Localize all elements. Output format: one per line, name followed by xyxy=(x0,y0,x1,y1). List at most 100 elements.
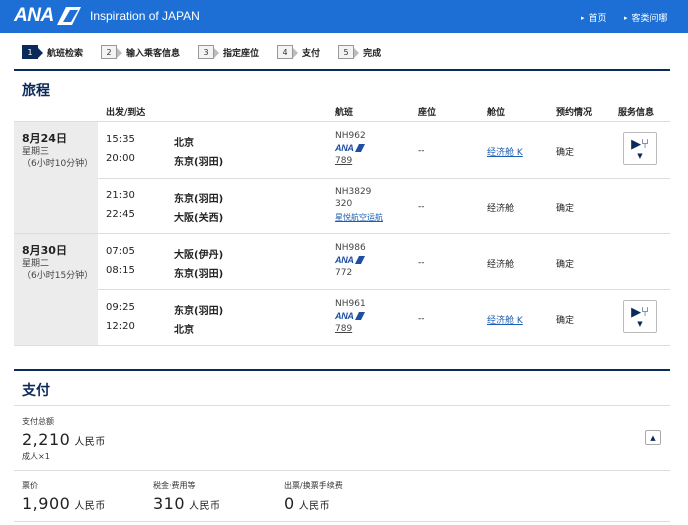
fare-label: 票价 xyxy=(22,481,38,490)
arrive-city: 东京(羽田) xyxy=(174,157,224,168)
chevron-up-icon: ▲ xyxy=(650,433,656,442)
step-label: 完成 xyxy=(363,48,382,59)
step-label: 输入乘客信息 xyxy=(126,48,181,59)
progress-steps: 1 航班检索 2 输入乘客信息 3 指定座位 4 支付 5 完成 xyxy=(22,44,399,60)
payment-bottom-line xyxy=(14,521,670,522)
aircraft-link[interactable]: 789 xyxy=(335,156,352,166)
carrier-logo-text: ANA xyxy=(335,310,354,321)
issue-fee-label: 出票/换票手续费 xyxy=(284,481,343,490)
step-label: 指定座位 xyxy=(223,48,260,59)
itinerary-bottom-line xyxy=(14,345,670,346)
depart-city: 大阪(伊丹) xyxy=(174,250,224,261)
payment-title: 支付 xyxy=(22,383,50,399)
fare-amount: 1,900 人民币 xyxy=(22,494,106,513)
issue-fee-amount: 0 人民币 xyxy=(284,494,330,513)
booking-status: 确定 xyxy=(556,204,575,214)
video-meal-icon: ▶⑂ xyxy=(631,136,649,152)
arrive-city: 大阪(关西) xyxy=(174,213,224,224)
seat-value: -- xyxy=(418,258,425,268)
arrive-time: 12:20 xyxy=(106,321,135,332)
service-info-button[interactable]: ▶⑂ ▼ xyxy=(623,132,657,165)
step-payment: 4 支付 xyxy=(277,45,320,59)
home-link[interactable]: ▸ 首页 xyxy=(581,11,607,25)
chevron-right-icon: ▸ xyxy=(581,13,585,22)
booking-status: 确定 xyxy=(556,148,575,158)
aircraft-type: 320 xyxy=(335,199,353,209)
seat-value: -- xyxy=(418,146,425,156)
chevron-right-icon: ▸ xyxy=(624,13,628,22)
fare-amount-value: 1,900 xyxy=(22,494,71,513)
arrive-time: 22:45 xyxy=(106,209,135,220)
col-cabin: 舱位 xyxy=(487,108,506,118)
tagline: Inspiration of JAPAN xyxy=(90,9,200,23)
col-service: 服务信息 xyxy=(618,108,655,118)
payment-rule xyxy=(14,369,670,371)
logo-stripes-icon xyxy=(354,255,365,264)
depart-city: 东京(羽田) xyxy=(174,194,224,205)
issue-fee-amount-value: 0 xyxy=(284,494,295,513)
inquiry-link-label: 客类问哪 xyxy=(631,14,668,24)
logo-stripes-icon xyxy=(56,7,81,25)
home-link-label: 首页 xyxy=(588,14,607,24)
step-passenger: 2 输入乘客信息 xyxy=(101,45,180,59)
day-weekday: 星期三 xyxy=(22,147,50,157)
cabin-value: 经济舱 xyxy=(487,204,515,214)
col-booking: 预约情况 xyxy=(556,108,593,118)
step-number: 5 xyxy=(338,45,360,59)
tax-label: 税金·费用等 xyxy=(153,481,196,490)
table-header-line xyxy=(14,121,670,122)
payment-divider xyxy=(14,470,670,471)
logo-text: ANA xyxy=(14,5,54,26)
logo-stripes-icon xyxy=(354,311,365,320)
col-flight: 航班 xyxy=(335,108,354,118)
depart-time: 09:25 xyxy=(106,302,135,313)
collapse-button[interactable]: ▲ xyxy=(645,430,661,445)
service-info-button[interactable]: ▶⑂ ▼ xyxy=(623,300,657,333)
carrier-logo-text: ANA xyxy=(335,254,354,265)
carrier-logo-text: ANA xyxy=(335,142,354,153)
depart-time: 15:35 xyxy=(106,134,135,145)
arrive-city: 东京(羽田) xyxy=(174,269,224,280)
day-date: 8月30日 xyxy=(22,244,67,257)
col-depart-arrive: 出发/到达 xyxy=(106,108,146,118)
operator-link[interactable]: 星悦航空运航 xyxy=(335,212,383,223)
ana-carrier-logo: ANA xyxy=(335,254,365,265)
cabin-link[interactable]: 经济舱 K xyxy=(487,313,523,326)
inquiry-link[interactable]: ▸ 客类问哪 xyxy=(624,11,668,25)
chevron-down-icon: ▼ xyxy=(637,319,643,328)
arrive-time: 08:15 xyxy=(106,265,135,276)
booking-status: 确定 xyxy=(556,260,575,270)
arrive-city: 北京 xyxy=(174,325,194,336)
tax-amount-value: 310 xyxy=(153,494,186,513)
step-number: 2 xyxy=(101,45,123,59)
flight-number: NH961 xyxy=(335,299,366,309)
arrive-time: 20:00 xyxy=(106,153,135,164)
cabin-value: 经济舱 xyxy=(487,260,515,270)
day-block-outbound: 8月24日 星期三 （6小时10分钟） xyxy=(14,122,98,233)
aircraft-link[interactable]: 789 xyxy=(335,324,352,334)
day-duration: （6小时15分钟） xyxy=(22,271,94,281)
step-number: 1 xyxy=(22,45,43,59)
currency-unit: 人民币 xyxy=(74,437,106,448)
depart-city: 北京 xyxy=(174,138,194,149)
tax-amount: 310 人民币 xyxy=(153,494,221,513)
flight-number: NH986 xyxy=(335,243,366,253)
day-block-return: 8月30日 星期二 （6小时15分钟） xyxy=(14,234,98,345)
top-header: ANA Inspiration of JAPAN ▸ 首页 ▸ 客类问哪 xyxy=(0,0,688,33)
day-weekday: 星期二 xyxy=(22,259,50,269)
step-label: 支付 xyxy=(302,48,321,59)
itinerary-rule xyxy=(14,69,670,71)
currency-unit: 人民币 xyxy=(74,501,106,512)
cabin-link[interactable]: 经济舱 K xyxy=(487,145,523,158)
logo-stripes-icon xyxy=(354,143,365,152)
aircraft-type: 772 xyxy=(335,268,353,278)
video-meal-icon: ▶⑂ xyxy=(631,304,649,320)
col-seat: 座位 xyxy=(418,108,437,118)
seat-value: -- xyxy=(418,314,425,324)
step-search: 1 航班检索 xyxy=(22,45,83,59)
depart-time: 07:05 xyxy=(106,246,135,257)
ana-carrier-logo: ANA xyxy=(335,142,365,153)
itinerary-title: 旅程 xyxy=(22,83,50,99)
ana-logo[interactable]: ANA xyxy=(14,5,81,27)
flight-number: NH962 xyxy=(335,131,366,141)
